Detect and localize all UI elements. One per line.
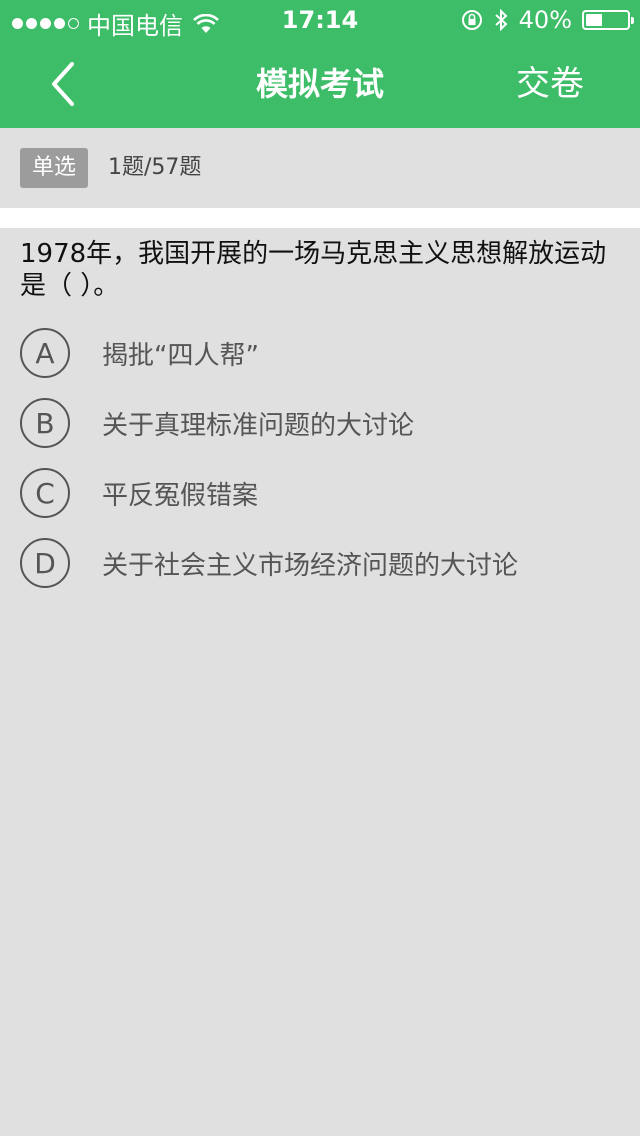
option-c[interactable]: C 平反冤假错案 — [0, 458, 640, 528]
status-bar: 中国电信 17:14 40% — [0, 0, 640, 40]
option-text: 关于社会主义市场经济问题的大讨论 — [102, 550, 519, 581]
question-info-bar: 单选 1题/57题 — [0, 128, 640, 208]
status-right: 40% — [461, 6, 634, 34]
option-letter-circle: C — [20, 468, 70, 518]
option-letter-circle: D — [20, 538, 70, 588]
option-text: 关于真理标准问题的大讨论 — [102, 410, 415, 441]
option-text: 平反冤假错案 — [102, 480, 259, 511]
option-a[interactable]: A 揭批“四人帮” — [0, 318, 640, 388]
option-d[interactable]: D 关于社会主义市场经济问题的大讨论 — [0, 528, 640, 598]
question-type-badge: 单选 — [20, 148, 88, 188]
divider — [0, 208, 640, 228]
battery-level — [586, 14, 602, 26]
nav-bar: 模拟考试 交卷 — [0, 40, 640, 128]
back-button[interactable] — [40, 60, 88, 108]
question-text: 1978年，我国开展的一场马克思主义思想解放运动是（ ）。 — [20, 239, 607, 301]
battery-icon — [582, 10, 634, 30]
submit-exam-button[interactable]: 交卷 — [516, 60, 584, 108]
app-header: 中国电信 17:14 40% 模拟考试 交卷 — [0, 0, 640, 128]
rotation-lock-icon — [461, 10, 482, 30]
option-letter-circle: B — [20, 398, 70, 448]
bluetooth-icon — [494, 8, 508, 32]
option-text: 揭批“四人帮” — [102, 340, 259, 371]
option-letter-circle: A — [20, 328, 70, 378]
battery-percent: 40% — [518, 6, 572, 34]
option-b[interactable]: B 关于真理标准问题的大讨论 — [0, 388, 640, 458]
options-list: A 揭批“四人帮” B 关于真理标准问题的大讨论 C 平反冤假错案 D 关于社会… — [0, 318, 640, 598]
question-progress: 1题/57题 — [108, 155, 202, 180]
